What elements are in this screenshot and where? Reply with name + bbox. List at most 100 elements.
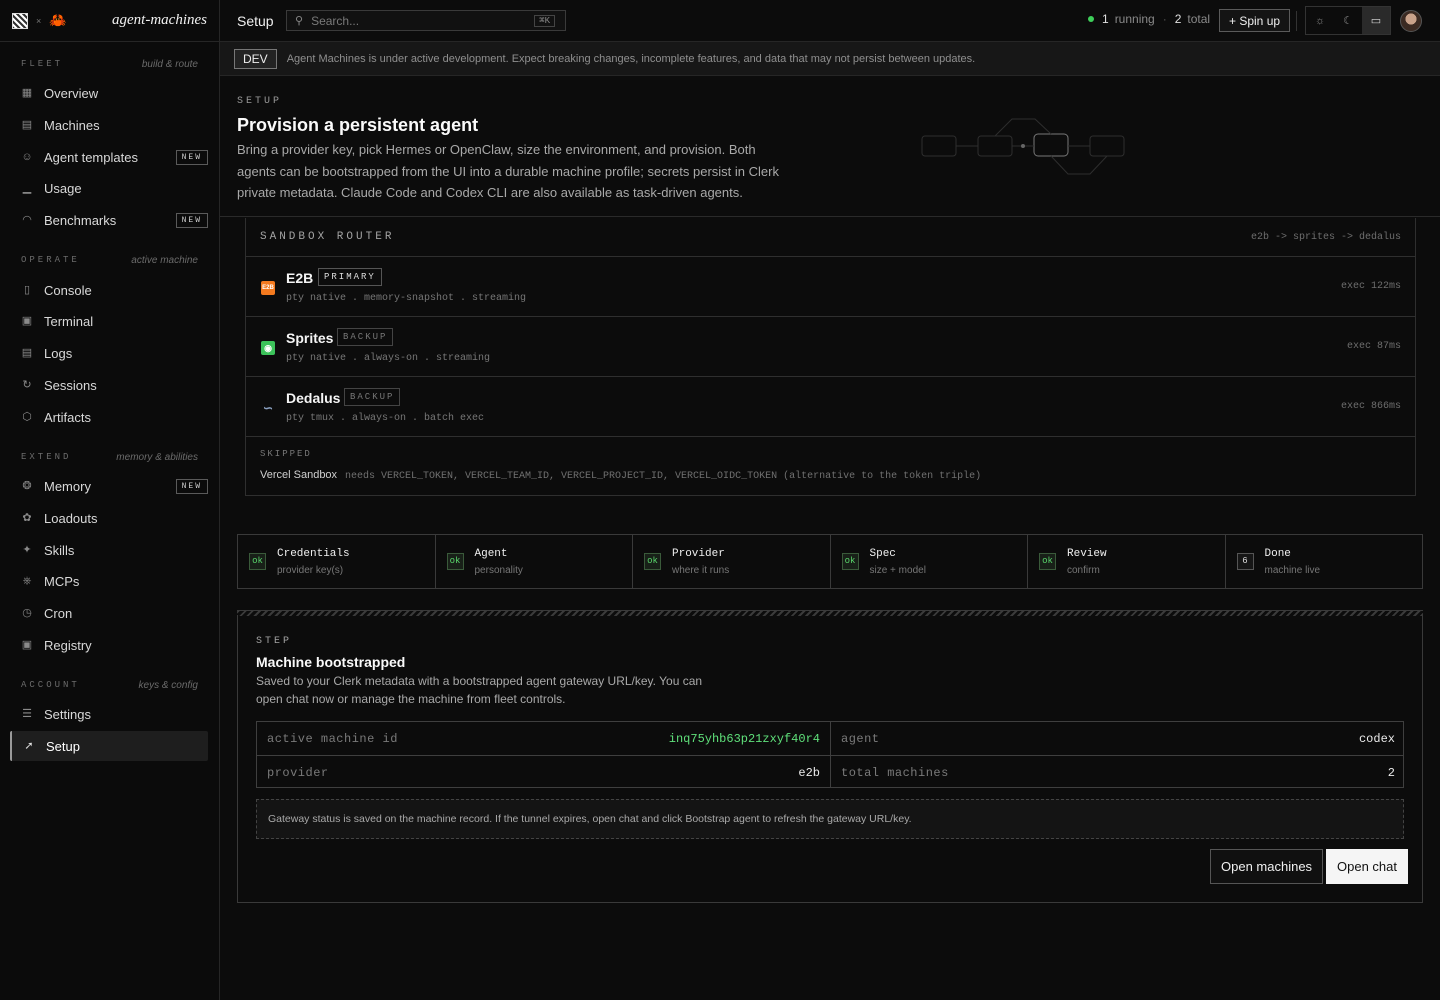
- provider-name: E2B: [286, 270, 314, 286]
- step-done[interactable]: 6 Done machine live: [1226, 535, 1423, 588]
- sidebar-item-loadouts[interactable]: ✿ Loadouts: [10, 503, 208, 533]
- step-kicker: STEP: [256, 636, 293, 647]
- new-badge: NEW: [175, 149, 208, 165]
- sun-icon[interactable]: ☼: [1306, 7, 1334, 34]
- provider-row-e2b[interactable]: E2B E2B PRIMARY pty native . memory-snap…: [246, 257, 1415, 317]
- sidebar-item-usage[interactable]: ▁ Usage: [10, 173, 208, 203]
- step-name: Provider: [672, 548, 725, 560]
- sidebar-item-label: Artifacts: [44, 409, 91, 425]
- clock-icon: ◷: [22, 607, 32, 619]
- sidebar-item-overview[interactable]: ▦ Overview: [10, 78, 208, 108]
- router-header: SANDBOX ROUTER e2b -> sprites -> dedalus: [246, 218, 1415, 257]
- sidebar-item-memory[interactable]: ❂ Memory NEW: [10, 471, 208, 501]
- section-operate: OPERATE active machine: [0, 253, 219, 267]
- step-review[interactable]: ok Review confirm: [1028, 535, 1226, 588]
- provider-name: Dedalus: [286, 390, 341, 406]
- logo-icon[interactable]: [12, 12, 28, 29]
- sidebar-item-registry[interactable]: ▣ Registry: [10, 630, 208, 660]
- step-sub: confirm: [1067, 565, 1100, 576]
- step-provider[interactable]: ok Provider where it runs: [633, 535, 831, 588]
- provider-row-dedalus[interactable]: ∽ Dedalus BACKUP pty tmux . always-on . …: [246, 377, 1415, 437]
- brand-separator: ×: [36, 15, 42, 26]
- section-title: FLEET: [21, 59, 64, 69]
- section-title: OPERATE: [21, 255, 80, 265]
- step-spec[interactable]: ok Spec size + model: [831, 535, 1028, 588]
- sidebar-item-artifacts[interactable]: ⬡ Artifacts: [10, 402, 208, 432]
- sidebar-item-label: Benchmarks: [44, 212, 117, 228]
- sidebar-item-logs[interactable]: ▤ Logs: [10, 338, 208, 368]
- sidebar-item-setup[interactable]: ➚ Setup: [10, 731, 208, 761]
- sidebar-item-benchmarks[interactable]: ◠ Benchmarks NEW: [10, 205, 208, 235]
- dev-banner: DEV Agent Machines is under active devel…: [220, 42, 1440, 76]
- step-description: Saved to your Clerk metadata with a boot…: [256, 674, 703, 706]
- skipped-label: SKIPPED: [260, 449, 312, 459]
- machine-id-value[interactable]: inq75yhb63p21zxyf40r4: [669, 732, 820, 746]
- primary-badge: PRIMARY: [318, 268, 382, 286]
- sidebar-item-machines[interactable]: ▤ Machines: [10, 110, 208, 140]
- sidebar-item-label: Usage: [44, 180, 82, 196]
- step-title: Machine bootstrapped: [256, 654, 406, 670]
- step-agent[interactable]: ok Agent personality: [436, 535, 633, 588]
- search-input[interactable]: [311, 13, 535, 28]
- sidebar-item-skills[interactable]: ✦ Skills: [10, 535, 208, 565]
- moon-icon[interactable]: ☾: [1334, 7, 1362, 34]
- skipped-providers: SKIPPED Vercel Sandbox needs VERCEL_TOKE…: [246, 437, 1415, 495]
- step-sub: personality: [474, 565, 523, 576]
- hero-kicker: SETUP: [237, 96, 283, 107]
- search-box[interactable]: ⚲ ⌘K: [286, 10, 566, 31]
- skipped-requirements: needs VERCEL_TOKEN, VERCEL_TEAM_ID, VERC…: [345, 471, 982, 482]
- gateway-note: Gateway status is saved on the machine r…: [256, 799, 1404, 839]
- step-sub: machine live: [1264, 565, 1321, 576]
- sparkles-icon: ✦: [22, 544, 32, 556]
- provider-features: pty native . memory-snapshot . streaming: [286, 293, 527, 304]
- sidebar-item-mcps[interactable]: ⎈ MCPs: [10, 566, 208, 596]
- avatar[interactable]: [1400, 10, 1422, 32]
- sidebar-item-label: Setup: [46, 738, 80, 754]
- sidebar-item-settings[interactable]: ☰ Settings: [10, 699, 208, 729]
- sidebar-item-label: Overview: [44, 85, 99, 101]
- crab-logo-icon: 🦀: [49, 12, 67, 28]
- brand: × 🦀 agent-machines: [0, 0, 219, 42]
- sidebar-item-label: Memory: [44, 478, 91, 494]
- monitor-icon[interactable]: ▭: [1362, 7, 1390, 34]
- sidebar-item-console[interactable]: ▯ Console: [10, 275, 208, 305]
- setup-hero: SETUP Provision a persistent agent Bring…: [220, 76, 1440, 217]
- total-machines-value: 2: [1387, 765, 1395, 780]
- step-check: ok: [446, 553, 464, 570]
- sidebar-item-label: Loadouts: [44, 510, 98, 526]
- step-sub: provider key(s): [277, 565, 344, 576]
- step-check: ok: [841, 553, 859, 570]
- sidebar-item-label: Agent templates: [44, 149, 138, 165]
- provider-value: e2b: [798, 765, 820, 780]
- total-machines-row: total machines 2: [831, 756, 1405, 789]
- sliders-icon: ☰: [22, 708, 32, 720]
- pipeline-illustration: [921, 118, 1125, 175]
- open-chat-button[interactable]: Open chat: [1326, 849, 1408, 884]
- section-note: memory & abilities: [116, 451, 198, 463]
- provider-row: provider e2b: [257, 756, 830, 789]
- step-name: Credentials: [277, 548, 350, 560]
- router-title: SANDBOX ROUTER: [260, 231, 395, 243]
- new-badge: NEW: [175, 478, 208, 494]
- sidebar-item-label: Cron: [44, 605, 73, 621]
- plug-icon: ⎈: [22, 575, 32, 587]
- sidebar-item-agent-templates[interactable]: ☺ Agent templates NEW: [10, 142, 208, 172]
- section-fleet: FLEET build & route: [0, 57, 219, 71]
- page-title: Setup: [237, 12, 274, 29]
- step-name: Spec: [869, 548, 896, 560]
- step-credentials[interactable]: ok Credentials provider key(s): [238, 535, 436, 588]
- server-icon: ▤: [21, 119, 33, 131]
- open-machines-button[interactable]: Open machines: [1210, 849, 1324, 884]
- spin-up-button[interactable]: + Spin up: [1219, 9, 1291, 32]
- brand-name[interactable]: agent-machines: [112, 12, 207, 29]
- provider-row-sprites[interactable]: ◉ Sprites BACKUP pty native . always-on …: [246, 317, 1415, 377]
- router-chain: e2b -> sprites -> dedalus: [1250, 231, 1401, 243]
- sidebar-item-label: Logs: [44, 345, 73, 361]
- sidebar-item-cron[interactable]: ◷ Cron: [10, 598, 208, 628]
- sidebar-item-label: Machines: [44, 117, 100, 133]
- sidebar-item-terminal[interactable]: ▣ Terminal: [10, 306, 208, 336]
- sidebar-item-sessions[interactable]: ↻ Sessions: [10, 370, 208, 400]
- provider-name: Sprites: [286, 330, 334, 346]
- provider-latency: exec 866ms: [1340, 401, 1401, 412]
- fleet-status: 1 running · 2 total: [1088, 12, 1210, 26]
